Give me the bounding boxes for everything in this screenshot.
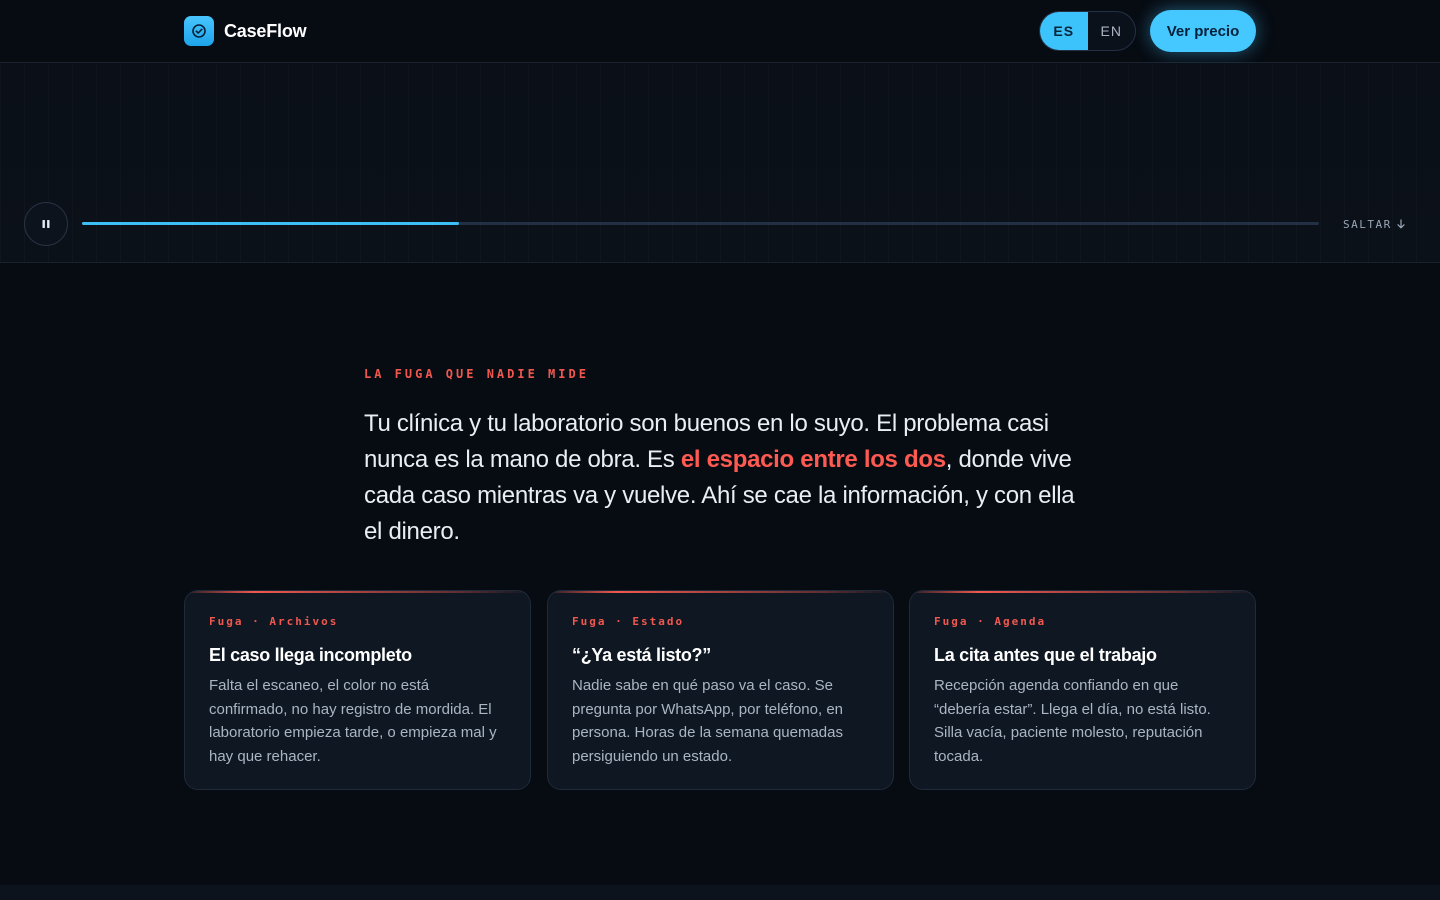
- card-tag: Fuga · Estado: [572, 615, 685, 628]
- skip-button[interactable]: SALTAR: [1343, 216, 1406, 232]
- pause-icon: [42, 220, 50, 228]
- leak-card-schedule: Fuga · Agenda La cita antes que el traba…: [909, 590, 1256, 790]
- section-lead: Tu clínica y tu laboratorio son buenos e…: [364, 406, 1084, 550]
- card-body: Nadie sabe en qué paso va el caso. Se pr…: [572, 677, 844, 765]
- section-eyebrow: LA FUGA QUE NADIE MIDE: [364, 367, 589, 381]
- card-title: La cita antes que el trabajo: [934, 645, 1157, 665]
- lang-en-button[interactable]: EN: [1088, 12, 1136, 50]
- card-body: Recepción agenda confiando en que “deber…: [934, 677, 1211, 765]
- next-section-edge: [0, 885, 1440, 900]
- card-body: Falta el escaneo, el color no está confi…: [209, 677, 497, 765]
- card-title: “¿Ya está listo?”: [572, 645, 711, 665]
- progress-fill: [82, 222, 460, 225]
- arrow-down-icon: [1397, 219, 1405, 229]
- lang-es-button[interactable]: ES: [1040, 12, 1088, 50]
- card-title: El caso llega incompleto: [209, 645, 412, 665]
- check-circle-icon: [184, 16, 214, 46]
- animation-player: SALTAR: [0, 63, 1440, 263]
- card-tag: Fuga · Agenda: [934, 615, 1047, 628]
- language-toggle: ES EN: [1039, 11, 1136, 51]
- card-tag: Fuga · Archivos: [209, 615, 339, 628]
- pause-button[interactable]: [24, 202, 68, 246]
- progress-bar[interactable]: [82, 222, 1319, 225]
- view-price-button[interactable]: Ver precio: [1150, 10, 1256, 52]
- leak-card-status: Fuga · Estado “¿Ya está listo?” Nadie sa…: [547, 590, 894, 790]
- leak-card-files: Fuga · Archivos El caso llega incompleto…: [184, 590, 531, 790]
- skip-label: SALTAR: [1343, 217, 1392, 231]
- lead-highlight: el espacio entre los dos: [680, 446, 946, 473]
- top-navigation: CaseFlow ES EN Ver precio: [0, 0, 1440, 63]
- brand[interactable]: CaseFlow: [184, 15, 307, 47]
- brand-name: CaseFlow: [224, 20, 307, 41]
